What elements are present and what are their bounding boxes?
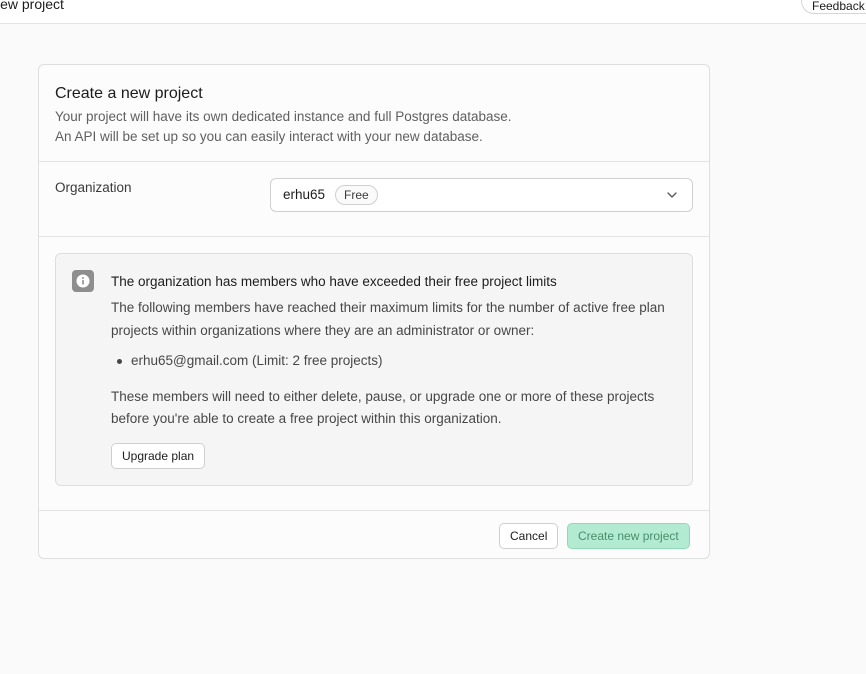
- card-description: Your project will have its own dedicated…: [55, 107, 512, 147]
- organization-name: erhu65: [283, 187, 326, 202]
- card-description-line-2: An API will be set up so you can easily …: [55, 129, 483, 144]
- create-project-card: Create a new project Your project will h…: [38, 64, 710, 559]
- page-title: New project: [0, 0, 64, 12]
- card-title: Create a new project: [55, 85, 203, 102]
- card-description-line-1: Your project will have its own dedicated…: [55, 109, 512, 124]
- feedback-button[interactable]: Feedback: [801, 0, 866, 14]
- member-limit-alert: The organization has members who have ex…: [55, 253, 693, 486]
- plan-badge: Free: [335, 185, 378, 205]
- organization-select[interactable]: erhu65 Free: [270, 178, 693, 212]
- member-list: erhu65@gmail.com (Limit: 2 free projects…: [111, 353, 383, 368]
- info-icon: [72, 270, 94, 292]
- alert-body: The following members have reached their…: [111, 300, 665, 338]
- create-project-button[interactable]: Create new project: [567, 523, 690, 549]
- card-header: Create a new project Your project will h…: [39, 65, 709, 162]
- card-footer: Cancel Create new project: [39, 510, 709, 558]
- organization-row: Organization erhu65 Free: [39, 162, 709, 237]
- alert-title: The organization has members who have ex…: [111, 274, 557, 289]
- upgrade-plan-button[interactable]: Upgrade plan: [111, 443, 206, 469]
- cancel-button[interactable]: Cancel: [499, 523, 559, 549]
- top-bar: New project Feedback: [0, 0, 866, 24]
- list-item: erhu65@gmail.com (Limit: 2 free projects…: [111, 353, 383, 368]
- chevron-down-icon: [667, 192, 677, 198]
- organization-label: Organization: [55, 180, 132, 195]
- alert-body-secondary: These members will need to either delete…: [111, 389, 655, 426]
